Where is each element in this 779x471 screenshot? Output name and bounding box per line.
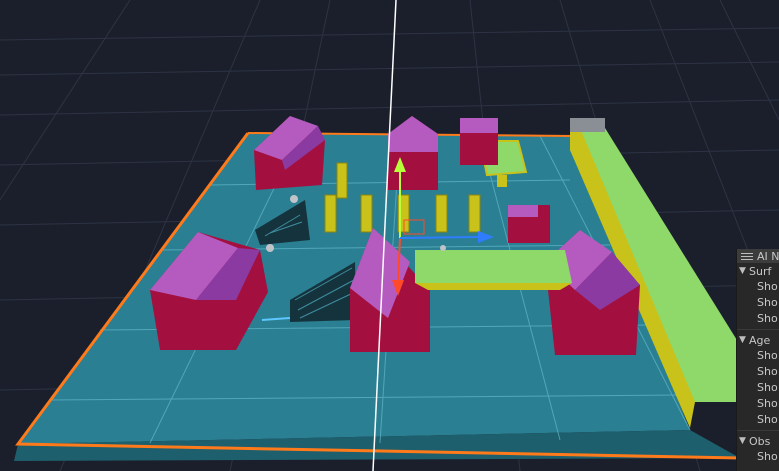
section-label: Obs — [749, 434, 771, 448]
overlay-title: AI N — [757, 249, 779, 263]
expand-triangle-icon[interactable]: ▼ — [739, 335, 749, 345]
section-obstacles[interactable]: ▼ Obs — [737, 433, 779, 449]
expand-triangle-icon[interactable]: ▼ — [739, 266, 749, 276]
show-toggle-item[interactable]: Sho — [737, 364, 779, 380]
building-small-right[interactable] — [508, 205, 550, 243]
show-toggle-item[interactable]: Sho — [737, 295, 779, 311]
gizmo-z-axis — [399, 236, 479, 239]
section-label: Age — [749, 333, 771, 347]
overlay-header[interactable]: AI N — [737, 249, 779, 263]
section-label: Surf — [749, 264, 772, 278]
scene-view[interactable] — [0, 0, 779, 471]
show-toggle-item[interactable]: Sho — [737, 311, 779, 327]
section-surfaces[interactable]: ▼ Surf — [737, 263, 779, 279]
building-top-center[interactable] — [388, 116, 438, 190]
building-top-left[interactable] — [254, 116, 325, 190]
show-toggle-item[interactable]: Sho — [737, 449, 779, 465]
section-agents[interactable]: ▼ Age — [737, 332, 779, 348]
show-toggle-item[interactable]: Sho — [737, 348, 779, 364]
ai-navigation-overlay[interactable]: AI N ▼ Surf Sho Sho Sho ▼ Age Sho Sho Sh… — [736, 249, 779, 471]
show-toggle-item[interactable]: Sho — [737, 279, 779, 295]
divider — [737, 329, 779, 330]
show-toggle-item[interactable]: Sho — [737, 396, 779, 412]
expand-triangle-icon[interactable]: ▼ — [739, 436, 749, 446]
divider — [737, 430, 779, 431]
show-toggle-item[interactable]: Sho — [737, 380, 779, 396]
menu-icon[interactable] — [741, 251, 753, 262]
building-small-top[interactable] — [460, 118, 498, 165]
bridge-platform[interactable] — [415, 250, 572, 290]
show-toggle-item[interactable]: Sho — [737, 412, 779, 428]
